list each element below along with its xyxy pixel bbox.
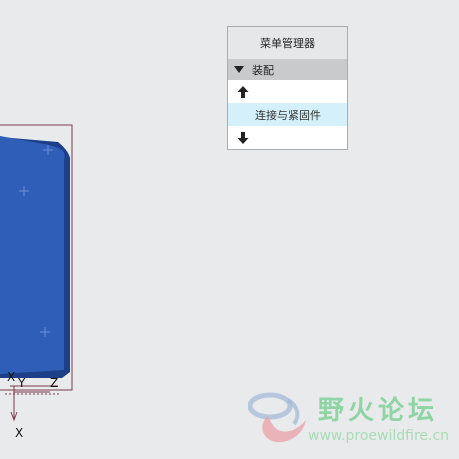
menu-item-connect-fasteners[interactable]: 连接与紧固件 xyxy=(228,103,347,126)
menu-section-assembly[interactable]: 装配 xyxy=(228,59,347,80)
menu-section-label: 装配 xyxy=(252,63,274,77)
axis-label-x-top: X xyxy=(7,370,16,384)
down-arrow-icon[interactable] xyxy=(237,131,249,145)
watermark-url: www.proewildfire.cn xyxy=(308,428,450,444)
forum-watermark: 野火论坛 www.proewildfire.cn xyxy=(247,386,459,455)
scroll-down-row[interactable] xyxy=(228,126,347,149)
watermark-title: 野火论坛 xyxy=(318,396,439,426)
collapse-triangle-icon[interactable] xyxy=(234,66,244,73)
coordinate-system xyxy=(5,385,60,422)
scroll-up-row[interactable] xyxy=(228,80,347,103)
axis-label-y-top: Y xyxy=(18,376,26,390)
watermark-logo-icon xyxy=(247,392,306,443)
part-body[interactable] xyxy=(0,136,65,374)
up-arrow-icon[interactable] xyxy=(237,85,249,99)
menu-manager-title: 菜单管理器 xyxy=(228,27,347,59)
menu-manager-panel: 菜单管理器 装配 连接与紧固件 xyxy=(227,26,348,150)
axis-label-z-top: Z xyxy=(50,376,59,390)
axis-label-x-bottom: X xyxy=(15,426,24,440)
